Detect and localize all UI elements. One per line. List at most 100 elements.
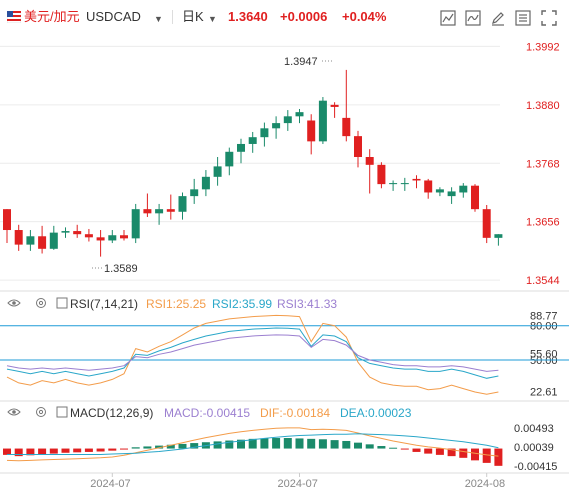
macd-bar: [342, 440, 351, 449]
macd-bar: [131, 447, 140, 449]
macd-bar: [49, 448, 58, 454]
rsi-tick-label: 80.00: [530, 321, 558, 333]
rsi-params: RSI(7,14,21): [70, 297, 138, 311]
candle-body: [389, 183, 398, 185]
macd-bar: [260, 438, 269, 449]
low-label: 1.3589: [104, 263, 138, 275]
candle-body: [307, 120, 316, 142]
candle-body: [272, 123, 281, 129]
macd-axis: 0.00493 0.00039 -0.00415: [514, 423, 557, 473]
candle-body: [61, 231, 70, 233]
candle-body: [283, 116, 292, 124]
candle-body: [120, 235, 128, 239]
eye-icon[interactable]: [7, 299, 21, 307]
price-tick-label: 1.3768: [526, 158, 560, 170]
candle-body: [412, 178, 421, 181]
macd-bar: [84, 448, 93, 452]
macd-legend: MACD(12,26,9) MACD:-0.00415 DIF:-0.00184…: [7, 406, 412, 420]
candle-body: [330, 104, 339, 107]
macd-bar: [283, 438, 292, 449]
macd-bar: [120, 448, 128, 450]
gear-icon[interactable]: [36, 407, 46, 417]
candle-body: [96, 237, 105, 241]
candle-body: [248, 137, 257, 144]
macd-bar: [494, 448, 503, 466]
macd-bar: [178, 443, 187, 449]
candle-body: [424, 180, 433, 193]
candle-body: [14, 230, 23, 245]
macd-bar: [38, 448, 47, 455]
price-tick-label: 1.3656: [526, 217, 560, 229]
chart-grid: [0, 45, 500, 281]
time-tick-label: 2024-07: [90, 478, 130, 490]
macd-histogram: [3, 438, 503, 466]
candle-body: [190, 189, 199, 197]
macd-bar: [73, 448, 82, 453]
macd-bar: [61, 448, 70, 453]
macd-bar: [330, 440, 339, 449]
price-tick-label: 1.3992: [526, 41, 560, 53]
macd-bar: [354, 442, 362, 449]
candle-body: [459, 185, 468, 193]
macd-bar: [377, 446, 386, 449]
rsi-series: [6, 314, 499, 395]
rsi-legend: RSI(7,14,21) RSI1:25.25 RSI2:35.99 RSI3:…: [7, 297, 337, 311]
candle-body: [143, 209, 152, 214]
candle-body: [435, 189, 444, 193]
macd-params: MACD(12,26,9): [70, 406, 153, 420]
candle-body: [84, 234, 93, 238]
candle-body: [178, 196, 187, 212]
price-tick-label: 1.3880: [526, 100, 560, 112]
macd-tick-label: 0.00493: [514, 423, 554, 435]
candle-body: [73, 231, 82, 235]
rsi1-value: RSI1:25.25: [146, 297, 206, 311]
candle-body: [471, 185, 479, 210]
candle-body: [201, 176, 210, 190]
candle-body: [155, 209, 164, 214]
low-annotation: 1.3589: [92, 263, 138, 275]
candle-body: [318, 100, 327, 142]
checkbox-icon[interactable]: [56, 297, 68, 309]
eye-icon[interactable]: [7, 408, 21, 416]
candle-body: [447, 191, 456, 197]
rsi-line-rsi1: [6, 314, 499, 395]
candle-body: [26, 236, 35, 245]
candle-body: [237, 143, 245, 152]
high-label: 1.3947: [284, 56, 318, 68]
candle-body: [166, 209, 175, 212]
checkbox-icon[interactable]: [56, 406, 68, 418]
macd-bar: [424, 448, 433, 454]
candle-body: [225, 151, 234, 167]
macd-bar: [272, 438, 281, 449]
dea-value: DEA:0.00023: [340, 406, 412, 420]
macd-bar: [213, 441, 222, 449]
gear-icon[interactable]: [36, 298, 46, 308]
candle-body: [342, 117, 351, 137]
candle-body: [377, 164, 386, 185]
rsi2-value: RSI2:35.99: [212, 297, 272, 311]
price-axis: 1.3992 1.3880 1.3768 1.3656 1.3544: [526, 41, 560, 287]
macd-bar: [96, 448, 105, 452]
chart-canvas[interactable]: 1.3992 1.3880 1.3768 1.3656 1.3544 1.3947 1.…: [0, 0, 569, 495]
macd-bar: [3, 448, 11, 455]
macd-bar: [412, 448, 421, 452]
candle-body: [38, 236, 47, 249]
candle-body: [354, 136, 362, 158]
dif-value: DIF:-0.00184: [260, 406, 330, 420]
time-tick-label: 2024-08: [465, 478, 505, 490]
macd-bar: [108, 448, 117, 451]
macd-bar: [143, 446, 152, 449]
time-axis: 2024-07 2024-07 2024-08: [90, 473, 505, 490]
macd-bar: [459, 448, 468, 458]
macd-bar: [471, 448, 479, 461]
rsi-reference-lines: [0, 325, 569, 361]
macd-tick-label: 0.00039: [514, 442, 554, 454]
candle-body: [494, 234, 503, 238]
macd-bar: [389, 447, 398, 449]
candle-body: [131, 209, 140, 239]
rsi3-value: RSI3:41.33: [277, 297, 337, 311]
macd-value: MACD:-0.00415: [164, 406, 250, 420]
macd-bar: [482, 448, 491, 463]
time-tick-label: 2024-07: [278, 478, 318, 490]
price-tick-label: 1.3544: [526, 275, 560, 287]
